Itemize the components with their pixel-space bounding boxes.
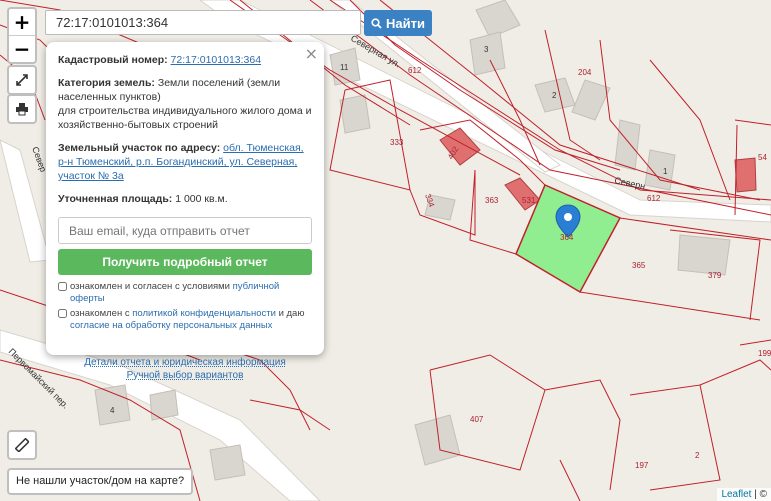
parcel-number: 2 (695, 451, 700, 460)
area-row: Уточненная площадь: 1 000 кв.м. (58, 192, 312, 206)
house-number: 2 (552, 91, 557, 100)
parcel-info-popup: × Кадастровый номер: 72:17:0101013:364 К… (46, 42, 324, 381)
close-icon[interactable]: × (305, 44, 318, 63)
parcel-number: 204 (578, 68, 592, 77)
area-value: 1 000 кв.м. (175, 193, 228, 205)
expand-icon (16, 74, 28, 86)
parcel-number: 612 (408, 66, 422, 75)
parcel-number: 363 (485, 196, 499, 205)
ruler-icon (15, 438, 29, 452)
search-button-label: Найти (386, 15, 425, 31)
offer-checkbox[interactable] (58, 282, 67, 291)
email-field[interactable] (58, 217, 312, 244)
parcel-number: 364 (560, 233, 574, 242)
usage-value: для строительства индивидуального жилого… (58, 105, 312, 131)
house-number: 11 (340, 63, 349, 72)
privacy-text: ознакомлен с политикой конфиденциальност… (70, 308, 305, 331)
house-number: 3 (484, 45, 489, 54)
zoom-control: + − (7, 7, 37, 64)
parcel-number: 379 (708, 271, 722, 280)
not-found-button[interactable]: Не нашли участок/дом на карте? (7, 468, 194, 495)
parcel-number: 407 (470, 415, 484, 424)
parcel-number: 54 (758, 153, 767, 162)
privacy-link[interactable]: политикой конфиденциальности (132, 308, 276, 319)
cadastral-search-input[interactable] (45, 10, 361, 35)
privacy-checkbox-row: ознакомлен с политикой конфиденциальност… (58, 308, 312, 332)
zoom-in-button[interactable]: + (9, 9, 35, 35)
zoom-out-button[interactable]: − (9, 35, 35, 62)
cadastral-label: Кадастровый номер: (58, 54, 168, 66)
category-label: Категория земель: (58, 77, 155, 89)
address-row: Земельный участок по адресу: обл. Тюменс… (58, 141, 312, 183)
details-link[interactable]: Детали отчета и юридическая информация (84, 357, 286, 368)
privacy-checkbox[interactable] (58, 309, 67, 318)
measure-button[interactable] (7, 430, 37, 460)
house-number: 4 (110, 406, 115, 415)
search-button[interactable]: Найти (364, 10, 432, 36)
parcel-number: 199 (758, 349, 771, 358)
popup-links: Детали отчета и юридическая информация Р… (58, 356, 312, 382)
get-report-button[interactable]: Получить подробный отчет (58, 249, 312, 275)
offer-text: ознакомлен и согласен с условиями публич… (70, 281, 280, 304)
map-attribution: Leaflet | © (717, 488, 771, 501)
parcel-number: 612 (647, 194, 661, 203)
printer-icon (16, 103, 28, 116)
area-label: Уточненная площадь: (58, 193, 173, 205)
print-button[interactable] (7, 94, 37, 124)
land-category-row: Категория земель: Земли поселений (земли… (58, 76, 312, 132)
cadastral-number-row: Кадастровый номер: 72:17:0101013:364 (58, 53, 312, 67)
address-label: Земельный участок по адресу: (58, 142, 221, 154)
parcel-number: 197 (635, 461, 649, 470)
consent-link[interactable]: согласие на обработку персональных данны… (70, 320, 272, 331)
house-number: 1 (663, 167, 668, 176)
manual-select-link[interactable]: Ручной выбор вариантов (127, 370, 244, 381)
parcel-number: 531 (522, 196, 536, 205)
parcel-number: 365 (632, 261, 646, 270)
leaflet-link[interactable]: Leaflet (721, 489, 751, 500)
search-icon (371, 17, 382, 29)
fullscreen-button[interactable] (7, 65, 37, 95)
cadastral-number-link[interactable]: 72:17:0101013:364 (171, 54, 262, 66)
parcel-number: 333 (390, 138, 404, 147)
offer-checkbox-row: ознакомлен и согласен с условиями публич… (58, 281, 312, 305)
